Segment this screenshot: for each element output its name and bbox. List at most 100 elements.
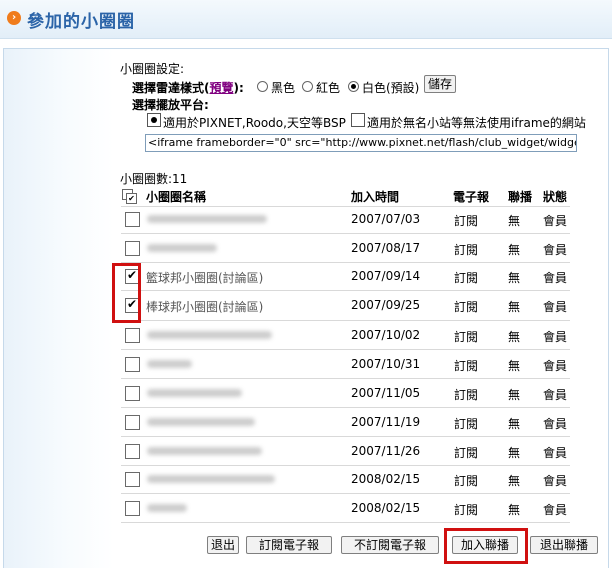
newsletter-status: 訂閱: [454, 474, 479, 488]
join-date: 2007/09/14: [351, 269, 421, 283]
syndication-status: 無: [508, 359, 521, 373]
style-black-label: 黑色: [271, 81, 296, 95]
style-label: 選擇雷達樣式(預覽):: [132, 81, 244, 95]
row-divider: [121, 378, 570, 379]
platform-wretch-label: 適用於無名小站等無法使用iframe的網站: [367, 116, 586, 130]
join-date: 2007/11/26: [351, 444, 421, 458]
style-black-radio[interactable]: [257, 81, 268, 92]
newsletter-status: 訂閱: [454, 503, 479, 517]
row-checkbox[interactable]: [125, 444, 140, 459]
join-date: 2007/10/02: [351, 328, 421, 342]
newsletter-status: 訂閱: [454, 359, 479, 373]
preview-link[interactable]: 預覽: [210, 81, 234, 95]
join-date: 2008/02/15: [351, 472, 421, 486]
newsletter-status: 訂閱: [454, 446, 479, 460]
syndication-status: 無: [508, 300, 521, 314]
unsubscribe-newsletter-button[interactable]: 不訂閱電子報: [341, 536, 439, 554]
member-status: 會員: [543, 417, 568, 431]
style-white-label: 白色(預設): [362, 81, 420, 95]
join-date: 2007/08/17: [351, 241, 421, 255]
syndication-status: 無: [508, 330, 521, 344]
club-name-redacted: [147, 475, 275, 483]
checkbox-highlight: [112, 263, 141, 323]
row-divider: [121, 290, 570, 291]
row-divider: [121, 349, 570, 350]
member-status: 會員: [543, 388, 568, 402]
member-status: 會員: [543, 359, 568, 373]
row-checkbox[interactable]: [125, 472, 140, 487]
club-count: 小圈圈數:11: [120, 172, 188, 186]
arrow-right-icon: ›: [7, 11, 21, 25]
newsletter-status: 訂閱: [454, 243, 479, 257]
member-status: 會員: [543, 474, 568, 488]
club-name-redacted: [147, 418, 255, 426]
join-date: 2007/11/05: [351, 386, 421, 400]
embed-code-field[interactable]: <iframe frameborder="0" src="http://www.…: [145, 134, 577, 152]
join-date: 2008/02/15: [351, 501, 421, 515]
member-status: 會員: [543, 214, 568, 228]
syndication-status: 無: [508, 503, 521, 517]
newsletter-status: 訂閱: [454, 300, 479, 314]
leave-syndication-button[interactable]: 退出聯播: [530, 536, 598, 554]
style-white-radio[interactable]: [348, 81, 359, 92]
join-date: 2007/10/31: [351, 357, 421, 371]
leave-button[interactable]: 退出: [207, 536, 239, 554]
syndication-status: 無: [508, 214, 521, 228]
member-status: 會員: [543, 330, 568, 344]
row-checkbox[interactable]: [125, 386, 140, 401]
row-divider: [121, 522, 570, 523]
row-divider: [121, 206, 570, 207]
club-name[interactable]: 棒球邦小圈圈(討論區): [146, 298, 263, 315]
save-button[interactable]: 儲存: [424, 75, 456, 93]
row-divider: [121, 320, 570, 321]
syndication-status: 無: [508, 388, 521, 402]
row-checkbox[interactable]: [125, 415, 140, 430]
row-divider: [121, 262, 570, 263]
join-date: 2007/07/03: [351, 212, 421, 226]
row-divider: [121, 465, 570, 466]
row-checkbox[interactable]: [125, 501, 140, 516]
row-checkbox[interactable]: [125, 241, 140, 256]
join-date: 2007/09/25: [351, 298, 421, 312]
row-divider: [121, 493, 570, 494]
page-title: 參加的小圈圈: [27, 12, 135, 32]
subscribe-newsletter-button[interactable]: 訂閱電子報: [246, 536, 332, 554]
club-name[interactable]: 籃球邦小圈圈(討論區): [146, 269, 263, 286]
club-name-redacted: [147, 504, 187, 512]
col-name: 小圈圈名稱: [146, 190, 207, 204]
select-all-icon[interactable]: ✔: [122, 189, 137, 204]
club-name-redacted: [147, 244, 217, 252]
join-syndication-highlight: [444, 528, 528, 564]
member-status: 會員: [543, 243, 568, 257]
newsletter-status: 訂閱: [454, 214, 479, 228]
row-checkbox[interactable]: [125, 328, 140, 343]
syndication-status: 無: [508, 417, 521, 431]
join-date: 2007/11/19: [351, 415, 421, 429]
platform-pixnet-radio[interactable]: [147, 113, 161, 127]
club-name-redacted: [147, 331, 272, 339]
syndication-status: 無: [508, 271, 521, 285]
newsletter-status: 訂閱: [454, 330, 479, 344]
row-checkbox[interactable]: [125, 357, 140, 372]
newsletter-status: 訂閱: [454, 417, 479, 431]
page-header: › 參加的小圈圈: [0, 0, 612, 39]
syndication-status: 無: [508, 446, 521, 460]
col-status: 狀態: [543, 190, 568, 204]
style-red-radio[interactable]: [302, 81, 313, 92]
syndication-status: 無: [508, 474, 521, 488]
row-checkbox[interactable]: [125, 212, 140, 227]
platform-label: 選擇擺放平台:: [132, 98, 209, 112]
col-newsletter: 電子報: [453, 190, 490, 204]
newsletter-status: 訂閱: [454, 388, 479, 402]
club-name-redacted: [147, 215, 267, 223]
row-divider: [121, 407, 570, 408]
platform-wretch-radio[interactable]: [351, 113, 365, 127]
col-date: 加入時間: [351, 190, 400, 204]
member-status: 會員: [543, 271, 568, 285]
col-syndication: 聯播: [508, 190, 533, 204]
platform-pixnet-label: 適用於PIXNET,Roodo,天空等BSP: [163, 116, 346, 130]
newsletter-status: 訂閱: [454, 271, 479, 285]
club-name-redacted: [147, 389, 242, 397]
style-red-label: 紅色: [316, 81, 341, 95]
syndication-status: 無: [508, 243, 521, 257]
